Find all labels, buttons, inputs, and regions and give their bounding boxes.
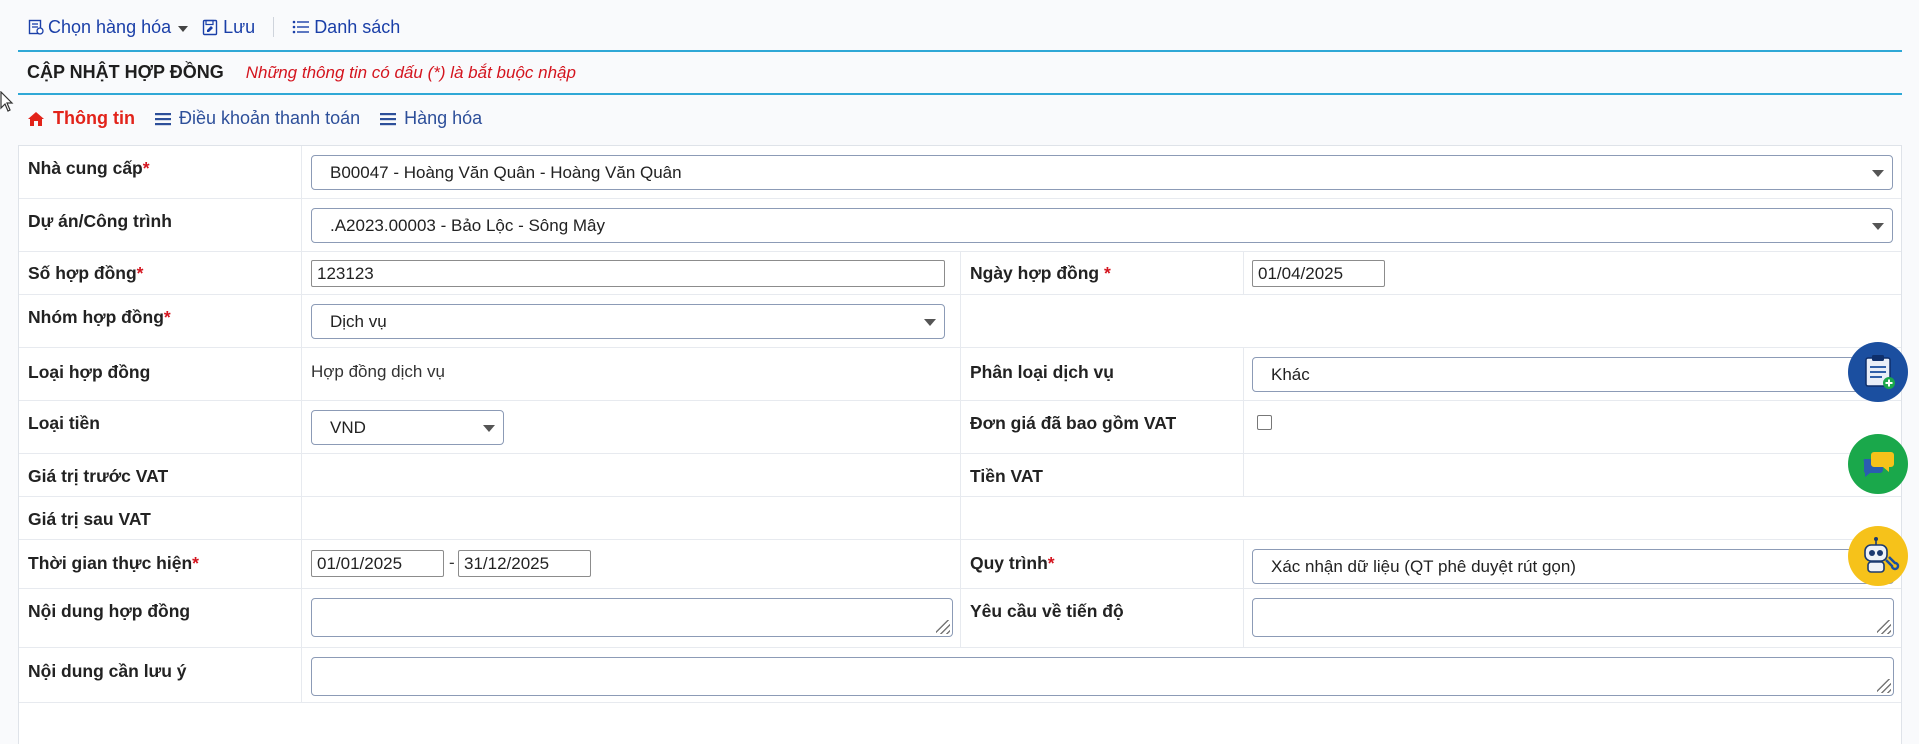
tab-bar: Thông tin Điều khoản thanh toán Hàng hóa xyxy=(27,108,482,129)
service-class-label: Phân loại dịch vụ xyxy=(970,362,1114,382)
toolbar: Chọn hàng hóa Lưu Danh sách xyxy=(28,12,400,42)
contract-form: Nhà cung cấp* B00047 - Hoàng Văn Quân - … xyxy=(18,145,1902,744)
notes-label: Nội dung cần lưu ý xyxy=(28,661,187,681)
form-row-notes: Nội dung cần lưu ý xyxy=(19,648,1901,703)
tab-info-label: Thông tin xyxy=(53,108,135,128)
currency-select[interactable]: VND xyxy=(311,410,504,445)
tab-goods-label: Hàng hóa xyxy=(404,108,483,128)
period-from-input[interactable]: 01/01/2025 xyxy=(311,550,444,577)
form-row-contract-group: Nhóm hợp đồng* Dịch vụ xyxy=(19,295,1901,348)
currency-label: Loại tiền xyxy=(28,413,100,433)
contract-type-label: Loại hợp đồng xyxy=(28,362,151,382)
chat-icon xyxy=(1863,452,1894,477)
notes-textarea[interactable] xyxy=(311,657,1894,696)
supplier-label: Nhà cung cấp* xyxy=(28,158,150,178)
form-row-supplier: Nhà cung cấp* B00047 - Hoàng Văn Quân - … xyxy=(19,146,1901,199)
contract-group-label: Nhóm hợp đồng* xyxy=(28,307,171,327)
workflow-label: Quy trình* xyxy=(970,553,1055,573)
chevron-down-icon xyxy=(178,25,189,32)
value-before-vat-label: Giá trị trước VAT xyxy=(28,466,169,486)
chevron-down-icon xyxy=(1872,223,1884,230)
save-label: Lưu xyxy=(223,16,256,37)
chevron-down-icon xyxy=(483,425,495,432)
period-to-input[interactable]: 31/12/2025 xyxy=(458,550,591,577)
contract-date-label: Ngày hợp đồng * xyxy=(970,263,1111,283)
tab-goods[interactable]: Hàng hóa xyxy=(380,108,482,129)
vat-included-label: Đơn giá đã bao gồm VAT xyxy=(970,413,1177,433)
form-row-value-before-vat: Giá trị trước VAT Tiền VAT xyxy=(19,454,1901,497)
contract-content-label: Nội dung hợp đồng xyxy=(28,601,191,621)
form-row-project: Dự án/Công trình .A2023.00003 - Bảo Lộc … xyxy=(19,199,1901,252)
list-button[interactable]: Danh sách xyxy=(292,17,400,38)
contract-group-select[interactable]: Dịch vụ xyxy=(311,304,945,339)
tab-info[interactable]: Thông tin xyxy=(27,108,135,129)
workflow-select[interactable]: Xác nhận dữ liệu (QT phê duyệt rút gọn) xyxy=(1252,549,1894,584)
form-row-currency: Loại tiền VND Đơn giá đã bao gồm VAT xyxy=(19,401,1901,454)
resize-handle-icon[interactable] xyxy=(1877,679,1891,693)
period-label: Thời gian thực hiện* xyxy=(28,553,199,573)
divider-line xyxy=(18,50,1902,52)
mouse-cursor-icon xyxy=(0,91,14,112)
divider-line xyxy=(18,93,1902,95)
contract-no-input[interactable]: 123123 xyxy=(311,260,945,287)
title-row: CẬP NHẬT HỢP ĐỒNG Những thông tin có dấu… xyxy=(27,62,576,83)
robot-support-button[interactable] xyxy=(1848,526,1908,586)
service-class-select[interactable]: Khác xyxy=(1252,357,1894,392)
contract-type-value: Hợp đồng dịch vụ xyxy=(311,362,446,381)
contract-date-input[interactable]: 01/04/2025 xyxy=(1252,260,1385,287)
vat-included-checkbox[interactable] xyxy=(1257,415,1272,430)
save-icon xyxy=(202,19,218,35)
resize-handle-icon[interactable] xyxy=(1877,620,1891,634)
project-select[interactable]: .A2023.00003 - Bảo Lộc - Sông Mây xyxy=(311,208,1893,243)
list-label: Danh sách xyxy=(314,16,401,37)
list-icon xyxy=(154,112,171,125)
robot-support-icon xyxy=(1864,537,1900,573)
toolbar-divider xyxy=(273,17,275,37)
vat-amount-label: Tiền VAT xyxy=(970,466,1043,486)
form-row-contract-no: Số hợp đồng* 123123 Ngày hợp đồng * 01/0… xyxy=(19,252,1901,295)
period-separator: - xyxy=(449,553,455,572)
tab-payment-terms[interactable]: Điều khoản thanh toán xyxy=(154,108,361,129)
choose-goods-label: Chọn hàng hóa xyxy=(48,16,172,37)
clipboard-add-button[interactable] xyxy=(1848,342,1908,402)
form-row-period: Thời gian thực hiện* 01/01/2025 - 31/12/… xyxy=(19,540,1901,589)
home-icon xyxy=(28,111,44,126)
supplier-select[interactable]: B00047 - Hoàng Văn Quân - Hoàng Văn Quân xyxy=(311,155,1893,190)
list-icon xyxy=(380,112,397,125)
form-row-contract-type: Loại hợp đồng Hợp đồng dịch vụ Phân loại… xyxy=(19,348,1901,401)
goods-icon xyxy=(28,19,44,35)
progress-requirements-label: Yêu cầu về tiến độ xyxy=(970,601,1124,621)
chat-button[interactable] xyxy=(1848,434,1908,494)
project-label: Dự án/Công trình xyxy=(28,211,172,231)
choose-goods-dropdown[interactable]: Chọn hàng hóa xyxy=(28,16,189,38)
contract-content-textarea[interactable] xyxy=(311,598,953,637)
tab-payment-terms-label: Điều khoản thanh toán xyxy=(178,108,361,128)
list-icon xyxy=(292,20,310,34)
resize-handle-icon[interactable] xyxy=(936,620,950,634)
progress-requirements-textarea[interactable] xyxy=(1252,598,1894,637)
required-note: Những thông tin có dấu (*) là bắt buộc n… xyxy=(245,63,576,82)
chevron-down-icon xyxy=(924,319,936,326)
clipboard-add-icon xyxy=(1865,355,1895,389)
contract-no-label: Số hợp đồng* xyxy=(28,263,144,283)
page-title: CẬP NHẬT HỢP ĐỒNG xyxy=(27,62,224,82)
form-row-contract-content: Nội dung hợp đồng Yêu cầu về tiến độ xyxy=(19,589,1901,648)
chevron-down-icon xyxy=(1872,170,1884,177)
value-after-vat-label: Giá trị sau VAT xyxy=(28,509,151,529)
save-button[interactable]: Lưu xyxy=(202,17,255,38)
form-row-value-after-vat: Giá trị sau VAT xyxy=(19,497,1901,540)
